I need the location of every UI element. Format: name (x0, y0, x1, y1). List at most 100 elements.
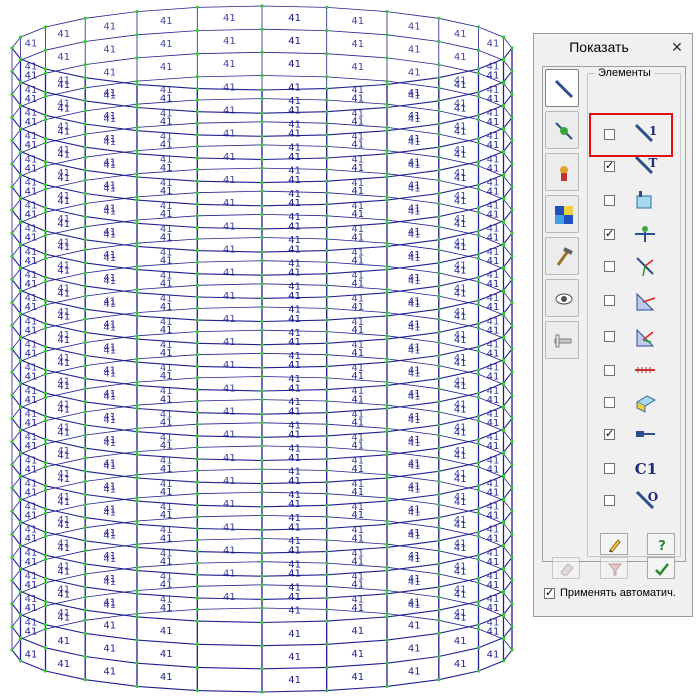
panel-tab-7[interactable] (545, 321, 579, 359)
panel-tab-4[interactable] (545, 195, 579, 233)
element-type-label: 41 (103, 438, 116, 449)
plate-normal-icon[interactable] (633, 288, 659, 312)
option-checkbox-10[interactable]: ✓ (604, 429, 615, 440)
option-checkbox-8[interactable] (604, 365, 615, 376)
option-checkbox-5[interactable] (604, 261, 615, 272)
mesh-edge (326, 53, 388, 59)
panel-tab-6[interactable] (545, 279, 579, 317)
panel-tab-5[interactable] (545, 237, 579, 275)
element-type-label: 41 (288, 13, 301, 24)
panel-tab-1[interactable] (545, 69, 579, 107)
panel-tab-2[interactable] (545, 111, 579, 149)
construction-element-icon[interactable]: C1 (633, 456, 659, 480)
mesh-node (385, 79, 389, 83)
mesh-node (437, 502, 441, 507)
mesh-node (260, 690, 264, 694)
plate-axes-icon[interactable] (633, 324, 659, 348)
mesh-edge (11, 464, 21, 476)
hinge-icon[interactable] (633, 222, 659, 246)
mesh-node (260, 189, 264, 193)
apply-button[interactable] (647, 557, 675, 579)
option-checkbox-9[interactable] (604, 397, 615, 408)
element-type-label: 41 (25, 386, 38, 397)
mesh-node (325, 167, 329, 172)
svg-text:?: ? (658, 539, 666, 553)
element-type-label: 41 (160, 626, 173, 637)
mesh-node (476, 71, 481, 75)
section-3d-icon[interactable] (633, 390, 659, 414)
mesh-node (135, 264, 139, 268)
element-type-label: 41 (25, 455, 38, 466)
element-type-label: 41 (408, 600, 421, 611)
element-type-icon[interactable]: T (633, 154, 659, 178)
mesh-node (83, 631, 87, 636)
mesh-edge (503, 615, 513, 628)
mesh-node (510, 347, 514, 351)
mesh-node (10, 486, 14, 490)
mesh-node (195, 202, 199, 206)
mesh-node (43, 507, 48, 511)
mesh-edge (11, 603, 21, 615)
edit-button[interactable] (600, 533, 628, 555)
local-axes-icon[interactable] (633, 254, 659, 278)
element-type-label: 41 (57, 538, 70, 549)
mesh-node (501, 475, 506, 479)
mesh-edge (197, 491, 263, 495)
mesh-node (260, 374, 264, 379)
element-type-label: 41 (223, 106, 236, 117)
mesh-edge (85, 590, 138, 598)
mesh-edge (386, 517, 439, 525)
element-orientation-icon[interactable]: O (633, 488, 659, 512)
option-checkbox-12[interactable] (604, 495, 615, 506)
mesh-node (385, 82, 389, 86)
mesh-node (83, 122, 87, 126)
eraser-button[interactable] (552, 557, 580, 579)
element-stiffness-icon[interactable] (633, 188, 659, 212)
mesh-edge (386, 127, 439, 135)
option-checkbox-4[interactable]: ✓ (604, 229, 615, 240)
mesh-edge (386, 335, 439, 343)
mesh-node (476, 187, 481, 191)
apply-auto-checkbox[interactable]: ✓ (544, 588, 555, 599)
rigid-link-icon[interactable] (633, 422, 659, 446)
mesh-edge (503, 418, 513, 430)
element-type-label: 41 (454, 75, 467, 86)
mesh-node (260, 73, 264, 78)
option-checkbox-7[interactable] (604, 331, 615, 342)
mesh-node (476, 25, 481, 29)
mesh-node (437, 248, 441, 252)
mesh-edge (386, 239, 439, 247)
panel-tab-3[interactable] (545, 153, 579, 191)
mesh-edge (85, 289, 138, 297)
mesh-node (476, 298, 481, 303)
highlight-frame (589, 113, 673, 157)
mesh-node (10, 231, 14, 235)
option-checkbox-11[interactable] (604, 463, 615, 474)
mesh-node (325, 214, 329, 218)
mesh-node (476, 488, 481, 492)
fe-mesh-division-icon[interactable] (633, 358, 659, 382)
model-viewport[interactable]: 41 41 41 41 41 41 41 41 41 41 41 41 41 41 41 41 41 41 41 41… (0, 0, 530, 699)
mesh-edge (503, 83, 513, 95)
option-checkbox-3[interactable] (604, 195, 615, 206)
mesh-edge (503, 256, 513, 268)
filter-button[interactable] (600, 557, 628, 579)
mesh-node (510, 625, 514, 629)
mesh-edge (386, 331, 439, 340)
mesh-node (437, 410, 441, 414)
mesh-node (476, 206, 481, 210)
mesh-node (385, 426, 389, 430)
element-type-label: 41 (288, 198, 301, 209)
mesh-node (510, 555, 514, 560)
help-button[interactable]: ? (647, 533, 675, 555)
mesh-edge (261, 28, 327, 31)
option-checkbox-6[interactable] (604, 295, 615, 306)
option-checkbox-2[interactable]: ✓ (604, 161, 615, 172)
mesh-node (476, 484, 481, 488)
mesh-node (476, 627, 481, 631)
cylinder-mesh[interactable]: 41 41 41 41 41 41 41 41 41 41 41 41 41 41 41 41 41 41 41 41… (0, 0, 530, 699)
mesh-node (18, 288, 23, 292)
mesh-edge (85, 331, 138, 340)
close-button[interactable]: ✕ (668, 39, 686, 55)
mesh-edge (85, 103, 138, 112)
